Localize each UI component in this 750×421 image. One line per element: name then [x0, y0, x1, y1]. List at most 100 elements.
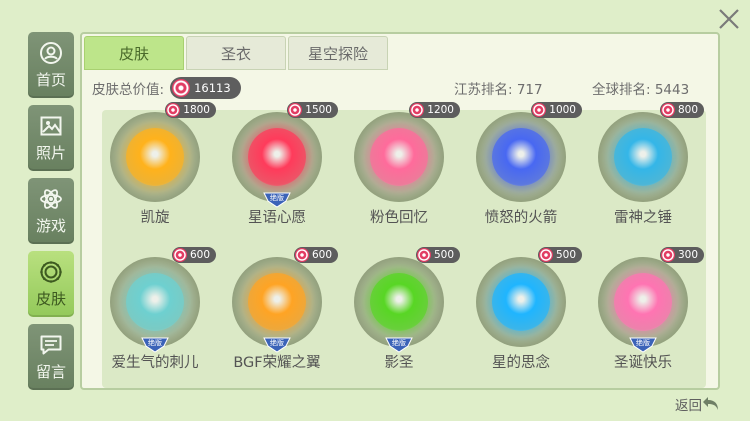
skin-price-badge: 1200	[409, 102, 460, 118]
skin-price: 500	[555, 249, 576, 261]
skin-name: 圣诞快乐	[614, 355, 672, 371]
skin-holder	[110, 257, 200, 347]
skin-total-badge: 16113	[170, 77, 241, 99]
limited-label: 绝版	[636, 338, 650, 347]
skin-price: 600	[189, 249, 210, 261]
candy-icon	[538, 248, 553, 262]
sidebar-item-home[interactable]: 首页	[28, 32, 74, 98]
skin-card[interactable]: 600 绝版 爱生气的刺儿	[94, 247, 216, 387]
sidebar-item-games[interactable]: 游戏	[28, 178, 74, 244]
skin-ball	[248, 273, 306, 331]
sidebar-item-label: 游戏	[35, 216, 66, 235]
candy-icon	[166, 103, 181, 117]
photo-icon	[40, 116, 62, 135]
candy-icon	[294, 248, 309, 262]
skin-holder	[110, 112, 200, 202]
candy-icon	[532, 103, 547, 117]
skin-holder	[232, 112, 322, 202]
skin-card[interactable]: 1500 绝版 星语心愿	[216, 102, 338, 242]
skin-card[interactable]: 1000 愤怒的火箭	[460, 102, 582, 242]
skin-ball	[248, 128, 306, 186]
skin-name: 爱生气的刺儿	[111, 355, 199, 371]
skin-card[interactable]: 1200 粉色回忆	[338, 102, 460, 242]
skin-ball	[492, 273, 550, 331]
global-rank: 全球排名: 5443	[592, 82, 690, 98]
close-button[interactable]	[716, 6, 742, 32]
sidebar-item-label: 首页	[35, 70, 66, 89]
candy-icon	[172, 248, 187, 262]
skin-ball	[492, 128, 550, 186]
sidebar-item-skins[interactable]: 皮肤	[28, 251, 74, 317]
back-button[interactable]: 返回	[675, 394, 720, 414]
sidebar-item-photos[interactable]: 照片	[28, 105, 74, 171]
skin-card[interactable]: 500 绝版影圣	[338, 247, 460, 387]
skin-price: 1200	[427, 104, 454, 116]
skin-price: 1500	[305, 104, 332, 116]
sidebar: 首页 照片 游戏 皮肤 留言	[28, 32, 74, 397]
atom-icon	[40, 188, 62, 209]
skin-panel: 皮肤 圣衣 星空探险 皮肤总价值: 16113 江苏排名: 717 全球排名: …	[80, 32, 720, 390]
candy-icon	[288, 103, 303, 117]
sidebar-item-messages[interactable]: 留言	[28, 324, 74, 390]
skin-name: 粉色回忆	[370, 210, 428, 226]
stats-bar: 皮肤总价值: 16113 江苏排名: 717 全球排名: 5443	[82, 72, 718, 104]
candy-icon	[660, 248, 675, 262]
tab-armor[interactable]: 圣衣	[186, 36, 286, 70]
skin-price-badge: 1000	[531, 102, 582, 118]
skin-holder	[354, 112, 444, 202]
skin-price-badge: 500	[537, 247, 582, 263]
skin-ball	[370, 128, 428, 186]
limited-label: 绝版	[270, 338, 284, 347]
skin-holder	[598, 257, 688, 347]
skin-price-badge: 1500	[287, 102, 338, 118]
message-icon	[40, 335, 62, 354]
skin-price: 600	[311, 249, 332, 261]
candy-icon	[172, 79, 191, 97]
jiangsu-rank: 江苏排名: 717	[454, 82, 543, 98]
skin-card[interactable]: 800 雷神之锤	[582, 102, 704, 242]
skin-name: BGF荣耀之翼	[233, 355, 321, 371]
sidebar-item-label: 照片	[35, 143, 66, 162]
tab-skins[interactable]: 皮肤	[84, 36, 184, 70]
skin-card[interactable]: 1800 凯旋	[94, 102, 216, 242]
skin-total-value: 16113	[194, 81, 231, 95]
skin-ball	[126, 273, 184, 331]
skin-ball	[126, 128, 184, 186]
tab-bar: 皮肤 圣衣 星空探险	[82, 34, 388, 72]
candy-icon	[410, 103, 425, 117]
profile-icon	[40, 41, 62, 64]
tab-star-adventure[interactable]: 星空探险	[288, 36, 388, 70]
limited-label: 绝版	[270, 193, 284, 202]
skin-price-badge: 500	[415, 247, 460, 263]
skin-card[interactable]: 600 绝版 BGF荣耀之翼	[216, 247, 338, 387]
back-arrow-icon	[703, 397, 718, 410]
skin-price: 300	[677, 249, 698, 261]
skin-holder	[598, 112, 688, 202]
skin-name: 愤怒的火箭	[484, 210, 558, 226]
limited-label: 绝版	[392, 338, 406, 347]
skin-price: 800	[677, 104, 698, 116]
candy-icon	[660, 103, 675, 117]
back-label: 返回	[675, 398, 702, 414]
skin-grid: 1800 凯旋 1500 绝版 星语心愿 1200 粉色回忆 1000 愤怒的火箭 800 雷神之锤…	[102, 102, 706, 388]
sidebar-item-label: 留言	[35, 362, 66, 381]
skin-price-badge: 800	[659, 102, 704, 118]
skin-price-badge: 600	[171, 247, 216, 263]
skin-total-label: 皮肤总价值:	[92, 82, 165, 98]
skin-holder	[476, 112, 566, 202]
skin-ball	[370, 273, 428, 331]
skin-name: 星的思念	[492, 355, 550, 371]
skin-price: 1000	[549, 104, 576, 116]
skin-card[interactable]: 300 绝版圣诞快乐	[582, 247, 704, 387]
skin-price-badge: 600	[293, 247, 338, 263]
skin-name: 雷神之锤	[614, 210, 672, 226]
skin-card[interactable]: 500 星的思念	[460, 247, 582, 387]
skin-ball	[614, 273, 672, 331]
skin-price-badge: 300	[659, 247, 704, 263]
skin-price: 500	[433, 249, 454, 261]
skin-name: 凯旋	[140, 210, 170, 226]
skin-holder	[476, 257, 566, 347]
skin-ball	[614, 128, 672, 186]
skin-name: 影圣	[384, 355, 414, 371]
skin-price-badge: 1800	[165, 102, 216, 118]
